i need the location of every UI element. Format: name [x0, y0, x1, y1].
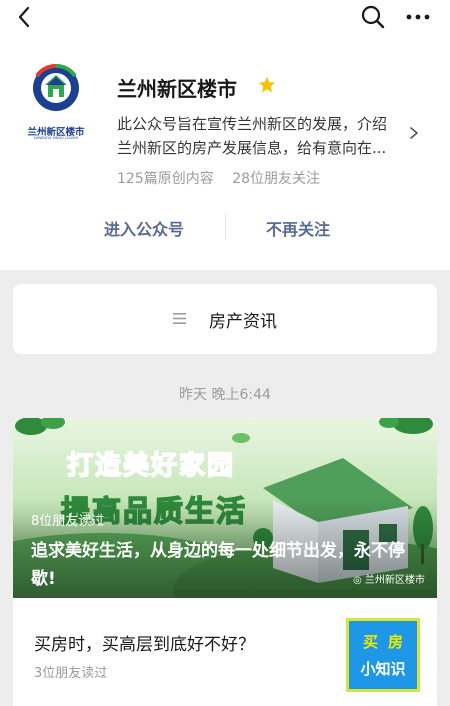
menu-card[interactable]: 房产资讯 — [13, 284, 437, 354]
article-item-title[interactable]: 买房时，买高层到底好不好？ — [34, 630, 255, 655]
logo-subtext: LANZHOU XINQU LOUSHI — [33, 136, 78, 140]
search-icon[interactable] — [358, 2, 388, 32]
menu-lines-icon — [173, 313, 186, 324]
wechat-icon: ◎ — [353, 575, 365, 586]
watermark-text: 兰州新区楼市 — [364, 575, 425, 586]
article-item-readers: 3位朋友读过 — [34, 666, 108, 681]
watermark: ◎ 兰州新区楼市 — [353, 571, 425, 586]
account-logo-icon — [33, 64, 79, 111]
description-line-2: 兰州新区的房产发展信息，给有意向在... — [117, 139, 387, 157]
description-line-1: 此公众号旨在宣传兰州新区的发展，介绍 — [117, 115, 388, 133]
account-name[interactable]: 兰州新区楼市 — [117, 73, 237, 102]
account-description[interactable]: 此公众号旨在宣传兰州新区的发展，介绍 兰州新区的房产发展信息，给有意向在... — [117, 112, 407, 160]
star-icon — [258, 76, 276, 93]
original-count: 125篇原创内容 — [117, 171, 214, 187]
menu-label: 房产资讯 — [209, 312, 277, 332]
article-card: 打造美好家园 提高品质生活 8位朋友读过 追求美好生活，从身边的每一处细节出发，… — [13, 418, 437, 706]
top-bar — [0, 0, 450, 36]
thumbnail-line-1: 买房 — [362, 633, 413, 651]
chevron-right-icon[interactable] — [408, 126, 420, 140]
headline-readers: 8位朋友读过 — [31, 514, 105, 529]
friends-following: 28位朋友关注 — [232, 171, 321, 187]
unfollow-button[interactable]: 不再关注 — [228, 216, 368, 240]
thumbnail-line-2: 小知识 — [360, 660, 406, 678]
article-thumbnail[interactable]: 买房 小知识 — [346, 618, 420, 692]
account-stats: 125篇原创内容 28位朋友关注 — [117, 168, 334, 188]
feed-timestamp: 昨天 晚上6:44 — [179, 387, 271, 403]
enter-account-button[interactable]: 进入公众号 — [74, 216, 214, 240]
back-chevron-icon[interactable] — [10, 2, 40, 32]
button-divider — [225, 214, 226, 240]
more-dots-icon[interactable] — [402, 2, 434, 32]
